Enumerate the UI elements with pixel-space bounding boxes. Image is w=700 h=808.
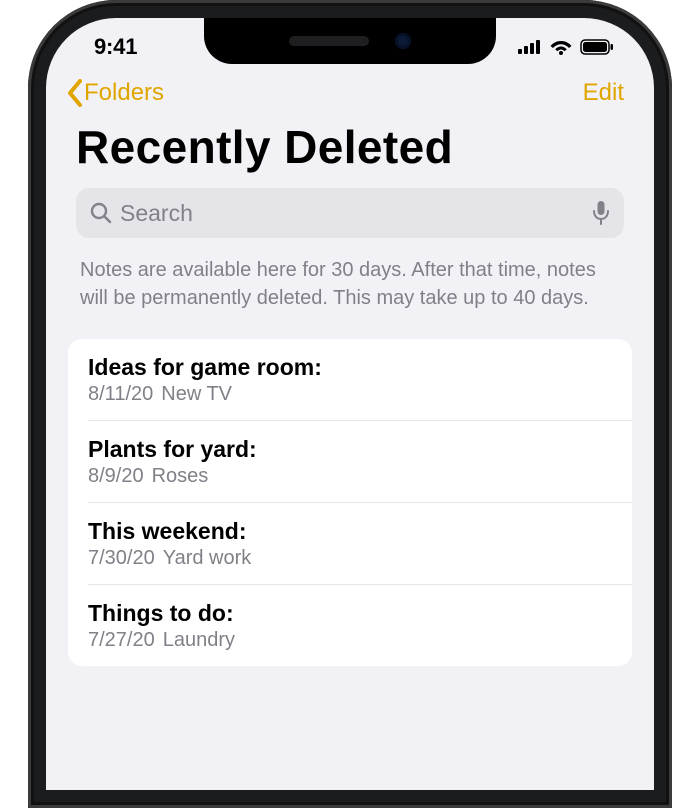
notes-list: Ideas for game room: 8/11/20 New TV Plant… [68, 339, 632, 666]
note-preview: Laundry [163, 629, 235, 651]
note-subtitle: 7/30/20 Yard work [88, 547, 612, 570]
note-title: Ideas for game room: [88, 354, 612, 381]
search-input[interactable]: Search [76, 188, 624, 238]
note-date: 8/9/20 [88, 465, 144, 487]
earpiece-speaker [289, 36, 369, 46]
notch [204, 18, 496, 64]
note-title: Things to do: [88, 600, 612, 627]
note-preview: New TV [161, 383, 232, 405]
info-text: Notes are available here for 30 days. Af… [46, 238, 654, 339]
wifi-icon [550, 39, 572, 55]
page-title: Recently Deleted [46, 114, 654, 188]
note-preview: Roses [152, 465, 209, 487]
note-subtitle: 8/11/20 New TV [88, 383, 612, 406]
note-preview: Yard work [163, 547, 252, 569]
back-label: Folders [84, 79, 164, 107]
note-subtitle: 8/9/20 Roses [88, 465, 612, 488]
note-row[interactable]: Things to do: 7/27/20 Laundry [88, 584, 632, 666]
note-date: 8/11/20 [88, 383, 153, 405]
status-time: 9:41 [94, 34, 137, 60]
front-camera [395, 33, 411, 49]
note-row[interactable]: This weekend: 7/30/20 Yard work [88, 502, 632, 584]
note-title: This weekend: [88, 518, 612, 545]
cellular-icon [518, 40, 542, 54]
navigation-bar: Folders Edit [46, 76, 654, 114]
search-icon [90, 202, 112, 224]
note-date: 7/30/20 [88, 547, 155, 569]
note-row[interactable]: Plants for yard: 8/9/20 Roses [88, 420, 632, 502]
chevron-left-icon [64, 78, 86, 108]
edit-button[interactable]: Edit [583, 79, 624, 107]
note-subtitle: 7/27/20 Laundry [88, 629, 612, 652]
phone-frame: 9:41 [28, 0, 672, 808]
screen: 9:41 [46, 18, 654, 790]
search-placeholder: Search [120, 200, 584, 227]
battery-icon [580, 39, 614, 55]
status-indicators [518, 39, 614, 55]
dictation-icon[interactable] [592, 200, 610, 226]
back-button[interactable]: Folders [64, 78, 164, 108]
note-title: Plants for yard: [88, 436, 612, 463]
note-row[interactable]: Ideas for game room: 8/11/20 New TV [68, 339, 632, 420]
note-date: 7/27/20 [88, 629, 155, 651]
